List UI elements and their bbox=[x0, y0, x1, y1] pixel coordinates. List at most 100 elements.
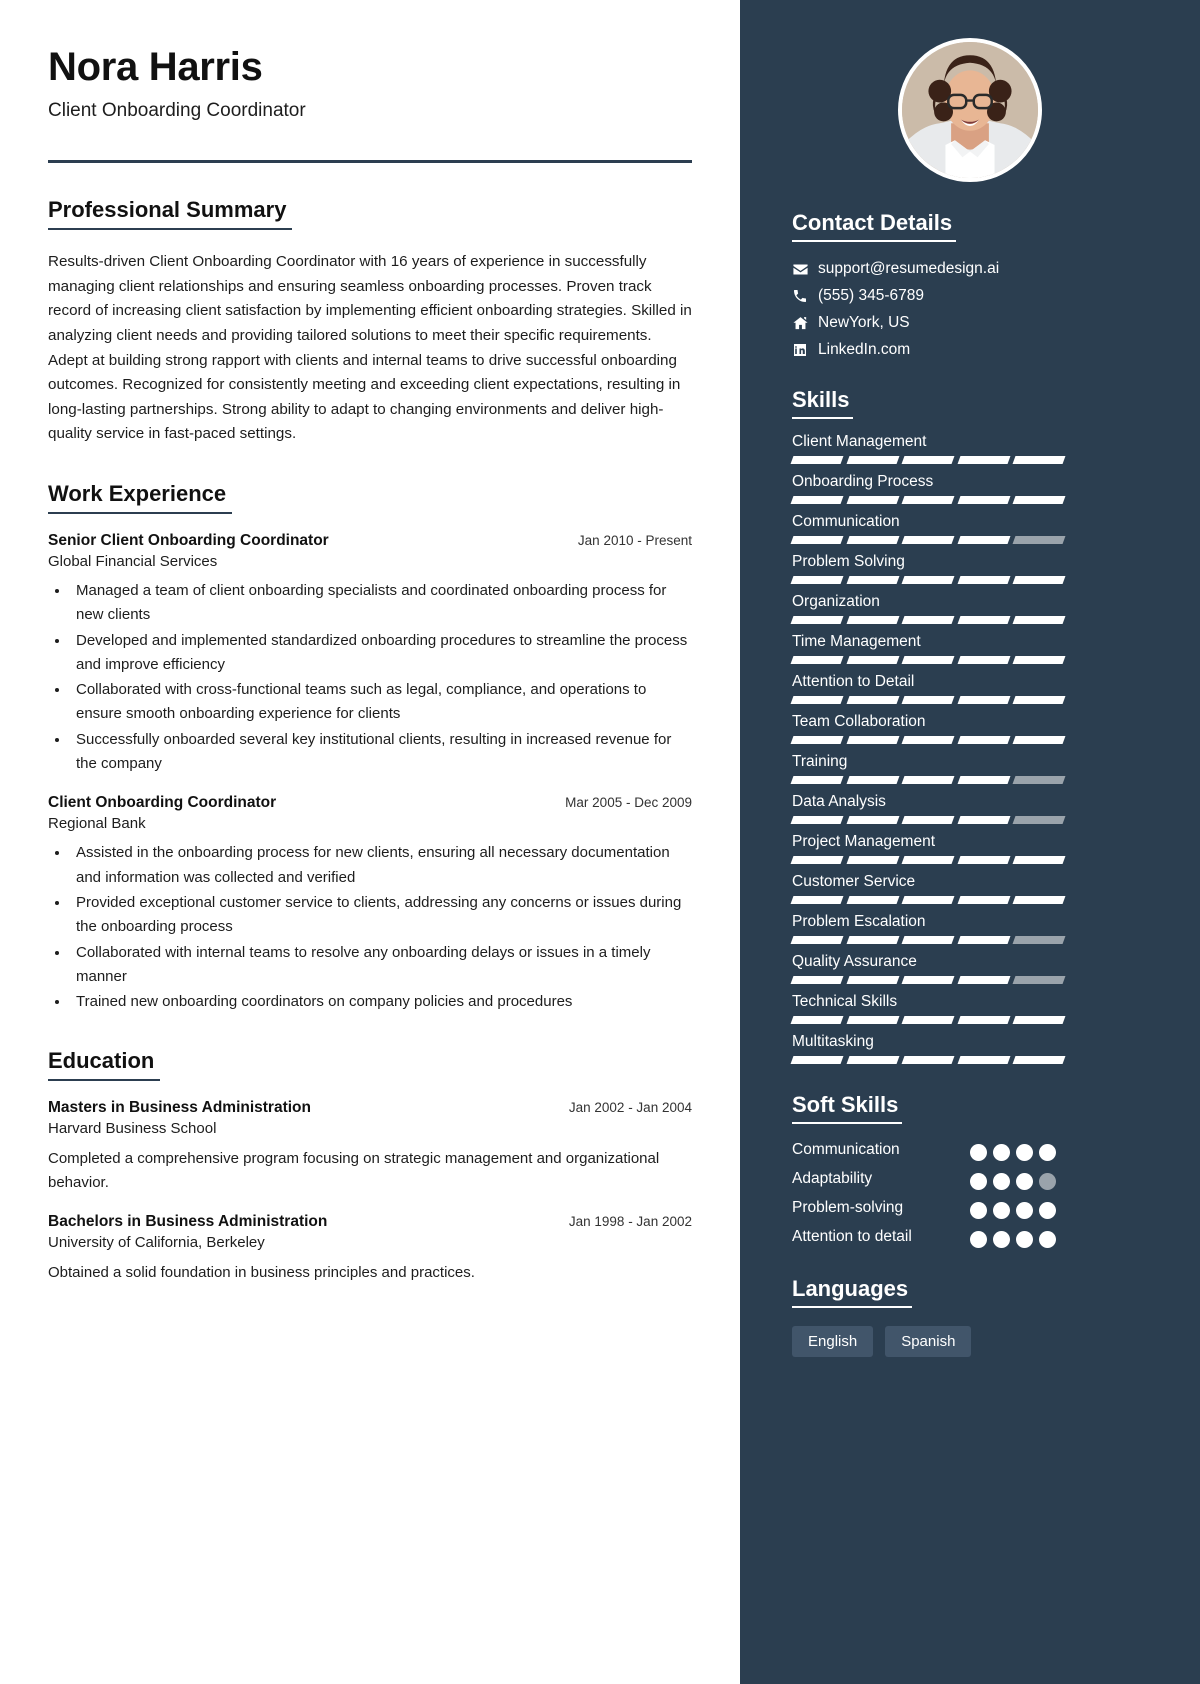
soft-skill-name: Communication bbox=[792, 1141, 900, 1158]
education-school: University of California, Berkeley bbox=[48, 1234, 265, 1252]
section-heading-skills: Skills bbox=[792, 387, 854, 419]
skill-segment bbox=[790, 816, 844, 824]
avatar-illustration bbox=[902, 42, 1038, 178]
skill-segment bbox=[846, 616, 899, 624]
language-chip: Spanish bbox=[885, 1326, 972, 1357]
education-item: Masters in Business Administration Jan 20… bbox=[48, 1099, 692, 1195]
skill-segment bbox=[901, 1056, 955, 1064]
header-job-title: Client Onboarding Coordinator bbox=[48, 100, 306, 121]
skill-segment bbox=[1012, 736, 1066, 744]
skill-segment bbox=[790, 896, 844, 904]
work-bullet: Trained new onboarding coordinators on c… bbox=[70, 990, 692, 1014]
skill-level-bar bbox=[790, 816, 1066, 824]
skill-segment bbox=[790, 1056, 844, 1064]
skill-segment bbox=[846, 536, 899, 544]
skill-name: Problem Solving bbox=[792, 553, 905, 570]
skill-segment bbox=[1012, 896, 1066, 904]
work-bullet: Managed a team of client onboarding spec… bbox=[70, 579, 692, 628]
skill-segment bbox=[901, 976, 955, 984]
work-bullet-list: Managed a team of client onboarding spec… bbox=[48, 579, 692, 776]
skill-segment bbox=[1012, 696, 1066, 704]
skill-segment bbox=[846, 696, 899, 704]
education-degree: Bachelors in Business Administration bbox=[48, 1213, 328, 1231]
rating-dot bbox=[970, 1144, 987, 1161]
rating-dot bbox=[1016, 1202, 1033, 1219]
section-skills: Skills Client Management Onboarding Proce… bbox=[740, 387, 1200, 1064]
skill-segment bbox=[957, 736, 1010, 744]
skill-segment bbox=[901, 856, 955, 864]
skill-segment bbox=[901, 616, 955, 624]
skill-segment bbox=[790, 776, 844, 784]
skill-segment bbox=[901, 656, 955, 664]
skill-level-bar bbox=[790, 976, 1066, 984]
contact-row[interactable]: NewYork, US bbox=[792, 314, 1172, 332]
work-item: Senior Client Onboarding Coordinator Jan … bbox=[48, 532, 692, 776]
skill-segment bbox=[901, 576, 955, 584]
skill-name: Data Analysis bbox=[792, 793, 886, 810]
skill-segment bbox=[790, 936, 844, 944]
education-item-header: Bachelors in Business Administration Jan … bbox=[48, 1213, 692, 1231]
skill-name: Quality Assurance bbox=[792, 953, 917, 970]
section-heading-work: Work Experience bbox=[48, 481, 233, 514]
work-bullet: Assisted in the onboarding process for n… bbox=[70, 841, 692, 890]
skill-level-bar bbox=[790, 616, 1066, 624]
soft-skill-name: Adaptability bbox=[792, 1170, 873, 1187]
skill-segment bbox=[846, 856, 899, 864]
contact-row[interactable]: (555) 345-6789 bbox=[792, 287, 1172, 305]
work-bullet-list: Assisted in the onboarding process for n… bbox=[48, 841, 692, 1014]
skill-segment bbox=[1012, 656, 1066, 664]
contact-value: (555) 345-6789 bbox=[818, 287, 924, 304]
section-languages: Languages English Spanish bbox=[740, 1276, 1200, 1357]
education-description: Completed a comprehensive program focusi… bbox=[48, 1150, 660, 1192]
language-chip: English bbox=[792, 1326, 874, 1357]
skill-segment bbox=[957, 856, 1010, 864]
education-description: Obtained a solid foundation in business … bbox=[48, 1264, 475, 1282]
education-date-range: Jan 1998 - Jan 2002 bbox=[568, 1214, 692, 1230]
contact-row[interactable]: LinkedIn.com bbox=[792, 341, 1172, 359]
skill-segment bbox=[957, 616, 1010, 624]
rating-dot bbox=[1039, 1202, 1056, 1219]
rating-dot bbox=[1016, 1173, 1033, 1190]
section-heading-languages: Languages bbox=[792, 1276, 913, 1308]
soft-skill-row: Adaptability bbox=[792, 1169, 1064, 1190]
skill-level-bar bbox=[790, 456, 1066, 464]
skill-segment bbox=[901, 1016, 955, 1024]
soft-skill-rating bbox=[970, 1227, 1064, 1248]
skill-level-bar bbox=[790, 496, 1066, 504]
languages-list: English Spanish bbox=[792, 1326, 1172, 1357]
header-divider bbox=[48, 160, 692, 163]
soft-skill-row: Communication bbox=[792, 1140, 1064, 1161]
soft-skill-rating bbox=[970, 1140, 1064, 1161]
skill-segment bbox=[901, 536, 955, 544]
skill-segment bbox=[846, 456, 899, 464]
header-block: Nora Harris Client Onboarding Coordinato… bbox=[48, 44, 692, 163]
skill-segment bbox=[790, 976, 844, 984]
rating-dot bbox=[970, 1173, 987, 1190]
work-date-range: Jan 2010 - Present bbox=[577, 533, 692, 548]
contact-row[interactable]: support@resumedesign.ai bbox=[792, 260, 1172, 278]
skill-segment bbox=[846, 896, 899, 904]
work-bullet: Collaborated with internal teams to reso… bbox=[70, 941, 692, 990]
skill-segment bbox=[790, 456, 844, 464]
skill-segment bbox=[901, 456, 955, 464]
rating-dot bbox=[970, 1202, 987, 1219]
skill-name: Team Collaboration bbox=[792, 713, 926, 730]
section-contact-details: Contact Details support@resumedesign.ai (… bbox=[740, 210, 1200, 359]
skill-level-bar bbox=[790, 936, 1066, 944]
skill-segment bbox=[1012, 856, 1066, 864]
skill-segment bbox=[957, 696, 1010, 704]
skill-segment bbox=[790, 696, 844, 704]
skill-segment bbox=[846, 816, 899, 824]
contact-value: NewYork, US bbox=[818, 314, 910, 331]
contact-list: support@resumedesign.ai (555) 345-6789 New… bbox=[792, 260, 1172, 359]
section-education: Education Masters in Business Administra… bbox=[48, 1048, 692, 1285]
skill-name: Training bbox=[792, 753, 848, 770]
avatar-wrapper bbox=[740, 0, 1200, 182]
work-date-range: Mar 2005 - Dec 2009 bbox=[565, 795, 692, 811]
skill-segment bbox=[1012, 536, 1066, 544]
education-degree: Masters in Business Administration bbox=[48, 1099, 311, 1117]
skill-segment bbox=[901, 896, 955, 904]
skill-name: Organization bbox=[792, 593, 880, 610]
skill-segment bbox=[1012, 616, 1066, 624]
skill-segment bbox=[901, 936, 955, 944]
